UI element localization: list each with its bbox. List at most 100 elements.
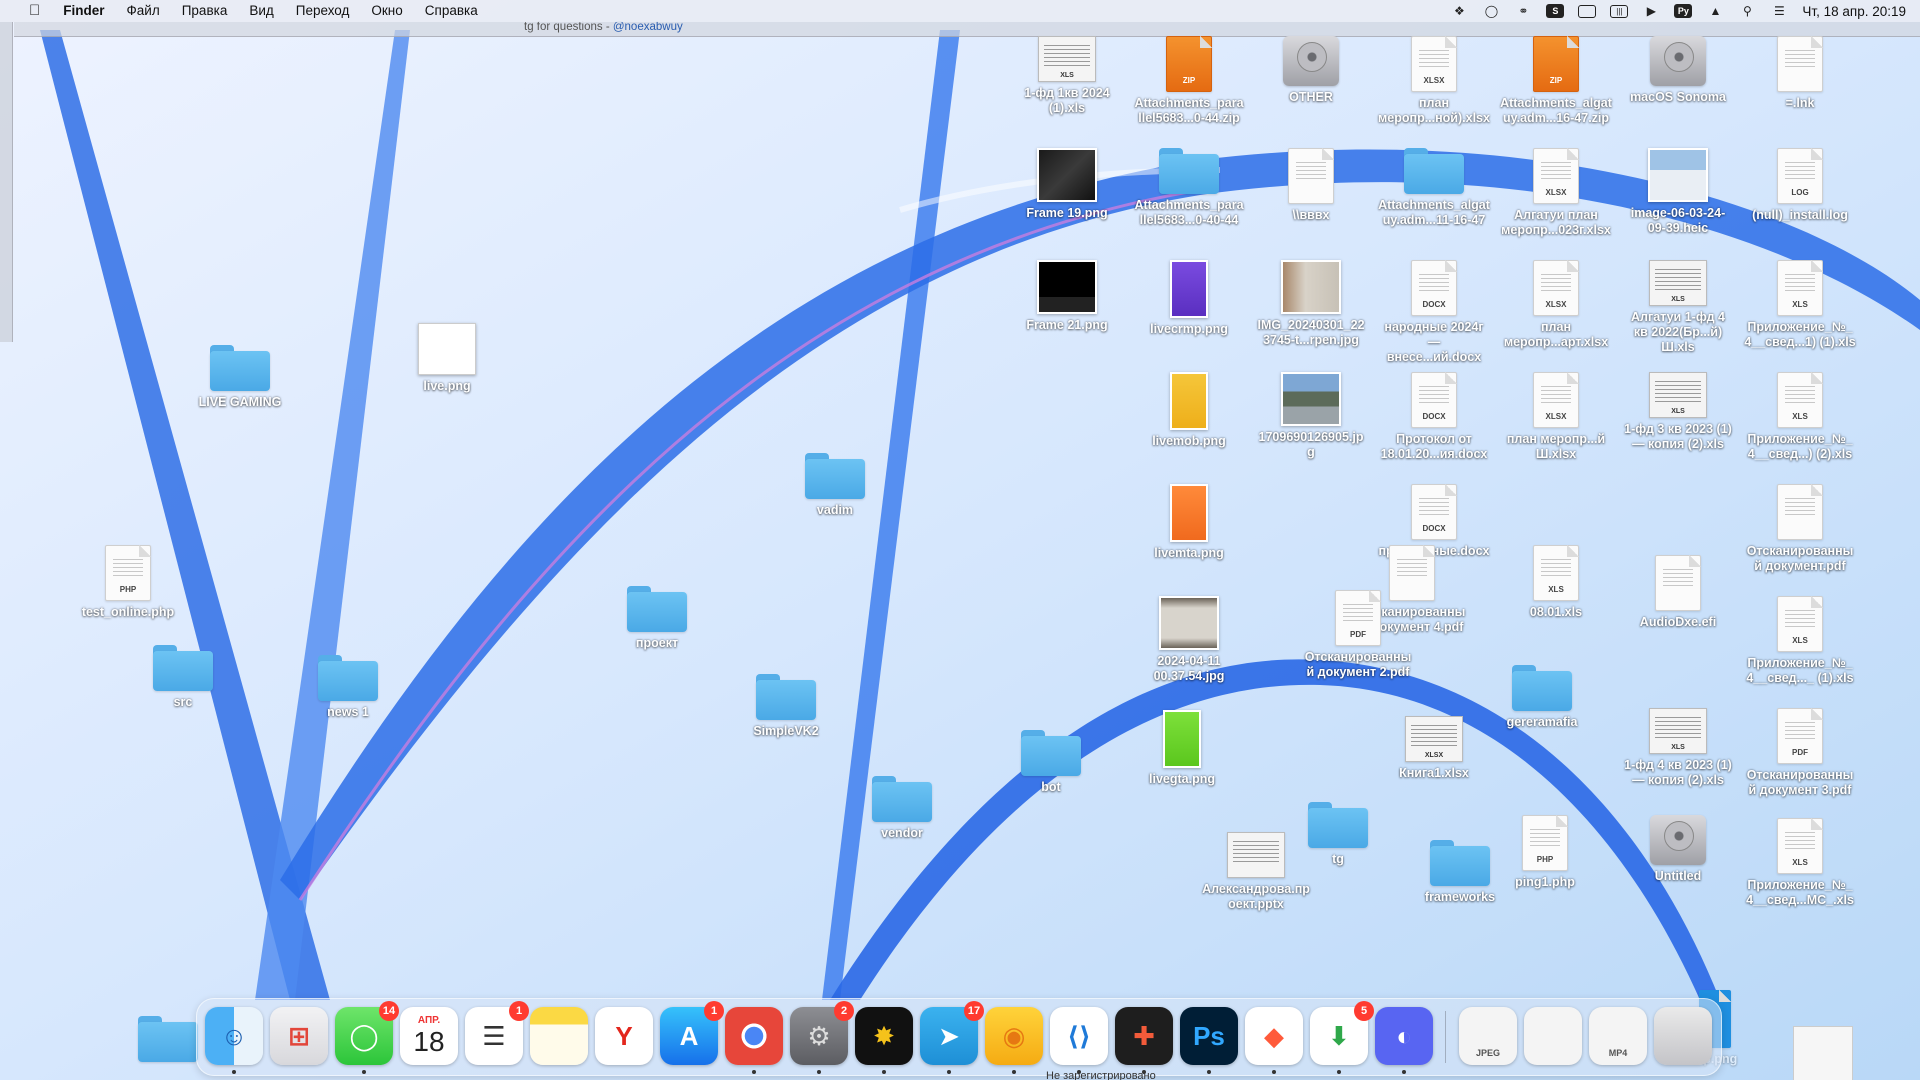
desktop-item[interactable]: 1709690126905.jpg xyxy=(1256,372,1366,460)
messages-icon[interactable]: ◯ 14 xyxy=(335,1001,399,1074)
desktop-item[interactable]: XLSX план меропр...ной).xlsx xyxy=(1378,36,1490,126)
jpeg-stack-icon[interactable]: JPEG xyxy=(1459,1007,1517,1065)
menu-go[interactable]: Переход xyxy=(285,0,361,22)
figma-icon[interactable]: ✚ xyxy=(1115,1007,1173,1074)
vscode-icon[interactable]: ⟨⟩ xyxy=(1050,1007,1108,1074)
input-source-icon[interactable]: Ру xyxy=(1674,4,1693,18)
desktop-item[interactable]: DOCX народные 2024г — внесе...ий.docx xyxy=(1379,260,1489,365)
desktop-item[interactable]: news 1 xyxy=(293,655,403,720)
desktop-item[interactable]: Attachments_algatuy.adm...11-16-47 xyxy=(1378,148,1490,228)
desktop-item[interactable]: XLSX план меропр...й Ш.xlsx xyxy=(1501,372,1611,462)
desktop-item[interactable]: XLS Приложение_№_4__свед...МС_.xls xyxy=(1745,818,1855,908)
desktop-item[interactable]: =.lnk xyxy=(1745,36,1855,111)
pin-app-icon[interactable]: ◆ xyxy=(1245,1007,1303,1074)
launchpad-icon[interactable]: ⊞ xyxy=(270,1007,328,1065)
desktop-item[interactable]: IMG_20240301_223745-t...rpen.jpg xyxy=(1256,260,1366,348)
vpn-icon[interactable]: ◯ xyxy=(1482,4,1500,18)
desktop-item[interactable]: XLS Приложение_№_4__свед...1) (1).xls xyxy=(1744,260,1856,350)
desktop-item[interactable]: проект xyxy=(602,586,712,651)
discord-icon[interactable]: ◐ xyxy=(1375,1007,1433,1074)
desktop-item[interactable]: livecrmp.png xyxy=(1134,260,1244,337)
desktop-item[interactable]: 2024-04-11 00.37.54.jpg xyxy=(1134,596,1244,684)
notes-icon[interactable] xyxy=(530,1007,588,1065)
screenshot-stack-icon[interactable] xyxy=(1524,1007,1582,1065)
window-title-handle[interactable]: @noexabwuy xyxy=(613,21,683,33)
desktop-item[interactable]: XLS Алгатуи 1-фд 4 кв 2022(Бр...й) Ш.xls xyxy=(1623,260,1733,355)
desktop-item[interactable]: AudioDxe.efi xyxy=(1623,555,1733,630)
desktop-item[interactable]: vendor xyxy=(847,776,957,841)
desktop-item[interactable]: PDF Отсканированный документ 2.pdf xyxy=(1303,590,1413,680)
desktop-item[interactable]: ZIP Attachments_parallel5683...0-44.zip xyxy=(1134,36,1244,126)
display-icon[interactable] xyxy=(1578,4,1597,18)
finder-icon[interactable]: ☺ xyxy=(205,1007,263,1074)
desktop-item[interactable]: XLS Приложение_№_4__свед..._ (1).xls xyxy=(1745,596,1855,686)
desktop-item[interactable]: \\вввх xyxy=(1256,148,1366,223)
desktop-item[interactable]: src xyxy=(128,645,238,710)
menu-edit[interactable]: Правка xyxy=(171,0,239,22)
desktop-item[interactable]: Untitled xyxy=(1623,815,1733,884)
desktop-item[interactable]: DOCX Протокол от 18.01.20...ия.docx xyxy=(1379,372,1489,462)
search-icon[interactable]: ⚲ xyxy=(1738,4,1756,18)
desktop-item[interactable]: XLS 1-фд 3 кв 2023 (1) — копия (2).xls xyxy=(1623,372,1733,452)
png-file-icon[interactable] xyxy=(1793,1026,1853,1080)
menu-app-name[interactable]: Finder xyxy=(52,0,115,22)
desktop-item[interactable]: macOS Sonoma xyxy=(1623,36,1733,105)
photoshop-icon[interactable]: Ps xyxy=(1180,1007,1238,1074)
reminders-icon[interactable]: ☰ 1 xyxy=(465,1001,529,1065)
yandex-browser-icon[interactable]: Y xyxy=(595,1007,653,1065)
desktop-item[interactable]: XLSX Книга1.xlsx xyxy=(1379,716,1489,781)
chrome-icon[interactable] xyxy=(725,1007,783,1074)
calendar-icon[interactable]: АПР. 18 xyxy=(400,1007,458,1065)
desktop-item-label: Attachments_parallel5683...0-44.zip xyxy=(1134,96,1244,125)
desktop-item[interactable]: LOG (null)_install.log xyxy=(1745,148,1855,223)
desktop-item[interactable]: bot xyxy=(996,730,1106,795)
apple-menu-icon[interactable]:  xyxy=(18,0,52,22)
desktop-item[interactable]: livemob.png xyxy=(1134,372,1244,449)
desktop-item[interactable]: live.png xyxy=(392,323,502,394)
desktop-item[interactable]: Отсканированный документ.pdf xyxy=(1745,484,1855,574)
settings-icon[interactable]: ⚙ 2 xyxy=(790,1001,854,1074)
memory-icon[interactable]: ||| xyxy=(1610,4,1629,18)
desktop-item[interactable]: livemta.png xyxy=(1134,484,1244,561)
desktop-item[interactable]: XLSX Алгатуи план меропр...023г.xlsx xyxy=(1501,148,1611,238)
menu-view[interactable]: Вид xyxy=(238,0,284,22)
control-center-icon[interactable]: ☰ xyxy=(1770,4,1788,18)
figma-menu-icon[interactable]: ❖ xyxy=(1450,4,1468,18)
desktop-item[interactable]: SimpleVK2 xyxy=(731,674,841,739)
app-store-icon[interactable]: A1 xyxy=(660,1001,724,1065)
desktop-item[interactable]: Attachments_parallel5683...0-40-44 xyxy=(1134,148,1244,228)
duck-icon[interactable]: ◉ xyxy=(985,1007,1043,1074)
play-icon[interactable]: ▶ xyxy=(1642,4,1660,18)
desktop-item[interactable]: Александрова.проект.pptx xyxy=(1201,832,1311,912)
desktop-item[interactable]: vadim xyxy=(780,453,890,518)
desktop-item[interactable]: XLS 1-фд 1кв 2024 (1).xls xyxy=(1012,36,1122,116)
telegram-icon[interactable]: ➤ 17 xyxy=(920,1001,984,1074)
desktop-item[interactable]: frameworks xyxy=(1405,840,1515,905)
wifi-icon[interactable]: ▲ xyxy=(1706,4,1724,18)
menu-help[interactable]: Справка xyxy=(414,0,489,22)
menu-clock[interactable]: Чт, 18 апр. 20:19 xyxy=(1802,4,1906,19)
desktop-item[interactable]: gereramafia xyxy=(1487,665,1597,730)
desktop-item[interactable]: image-06-03-24-09-39.heic xyxy=(1623,148,1733,236)
desktop-item[interactable]: XLS 1-фд 4 кв 2023 (1) — копия (2).xls xyxy=(1623,708,1733,788)
mp4-stack-icon[interactable]: MP4 xyxy=(1589,1007,1647,1065)
desktop-item[interactable]: ZIP Attachments_algatuy.adm...16-47.zip xyxy=(1500,36,1612,126)
desktop-item[interactable]: Frame 21.png xyxy=(1012,260,1122,333)
trash-icon[interactable] xyxy=(1654,1007,1712,1065)
desktop-item[interactable]: PDF Отсканированный документ 3.pdf xyxy=(1745,708,1855,798)
desktop-item[interactable]: livegta.png xyxy=(1127,710,1237,787)
desktop-item[interactable]: XLS 08.01.xls xyxy=(1501,545,1611,620)
desktop-item[interactable]: Frame 19.png xyxy=(1012,148,1122,221)
desktop-item[interactable]: OTHER xyxy=(1256,36,1366,105)
desktop-item[interactable]: PHP test_online.php xyxy=(73,545,183,620)
desktop-item[interactable]: XLS Приложение_№_4__свед...) (2).xls xyxy=(1745,372,1855,462)
menu-file[interactable]: Файл xyxy=(116,0,171,22)
spark-icon[interactable]: ✸ xyxy=(855,1007,913,1074)
skype-icon[interactable]: S xyxy=(1546,4,1565,18)
creative-cloud-icon[interactable]: ⚭ xyxy=(1514,4,1532,18)
desktop-item[interactable]: LIVE GAMING xyxy=(185,345,295,410)
menu-window[interactable]: Окно xyxy=(360,0,413,22)
installer-icon[interactable]: ⬇ 5 xyxy=(1310,1001,1374,1074)
folder-icon[interactable] xyxy=(138,1016,198,1066)
desktop-item[interactable]: XLSX план меропр...арт.xlsx xyxy=(1501,260,1611,350)
